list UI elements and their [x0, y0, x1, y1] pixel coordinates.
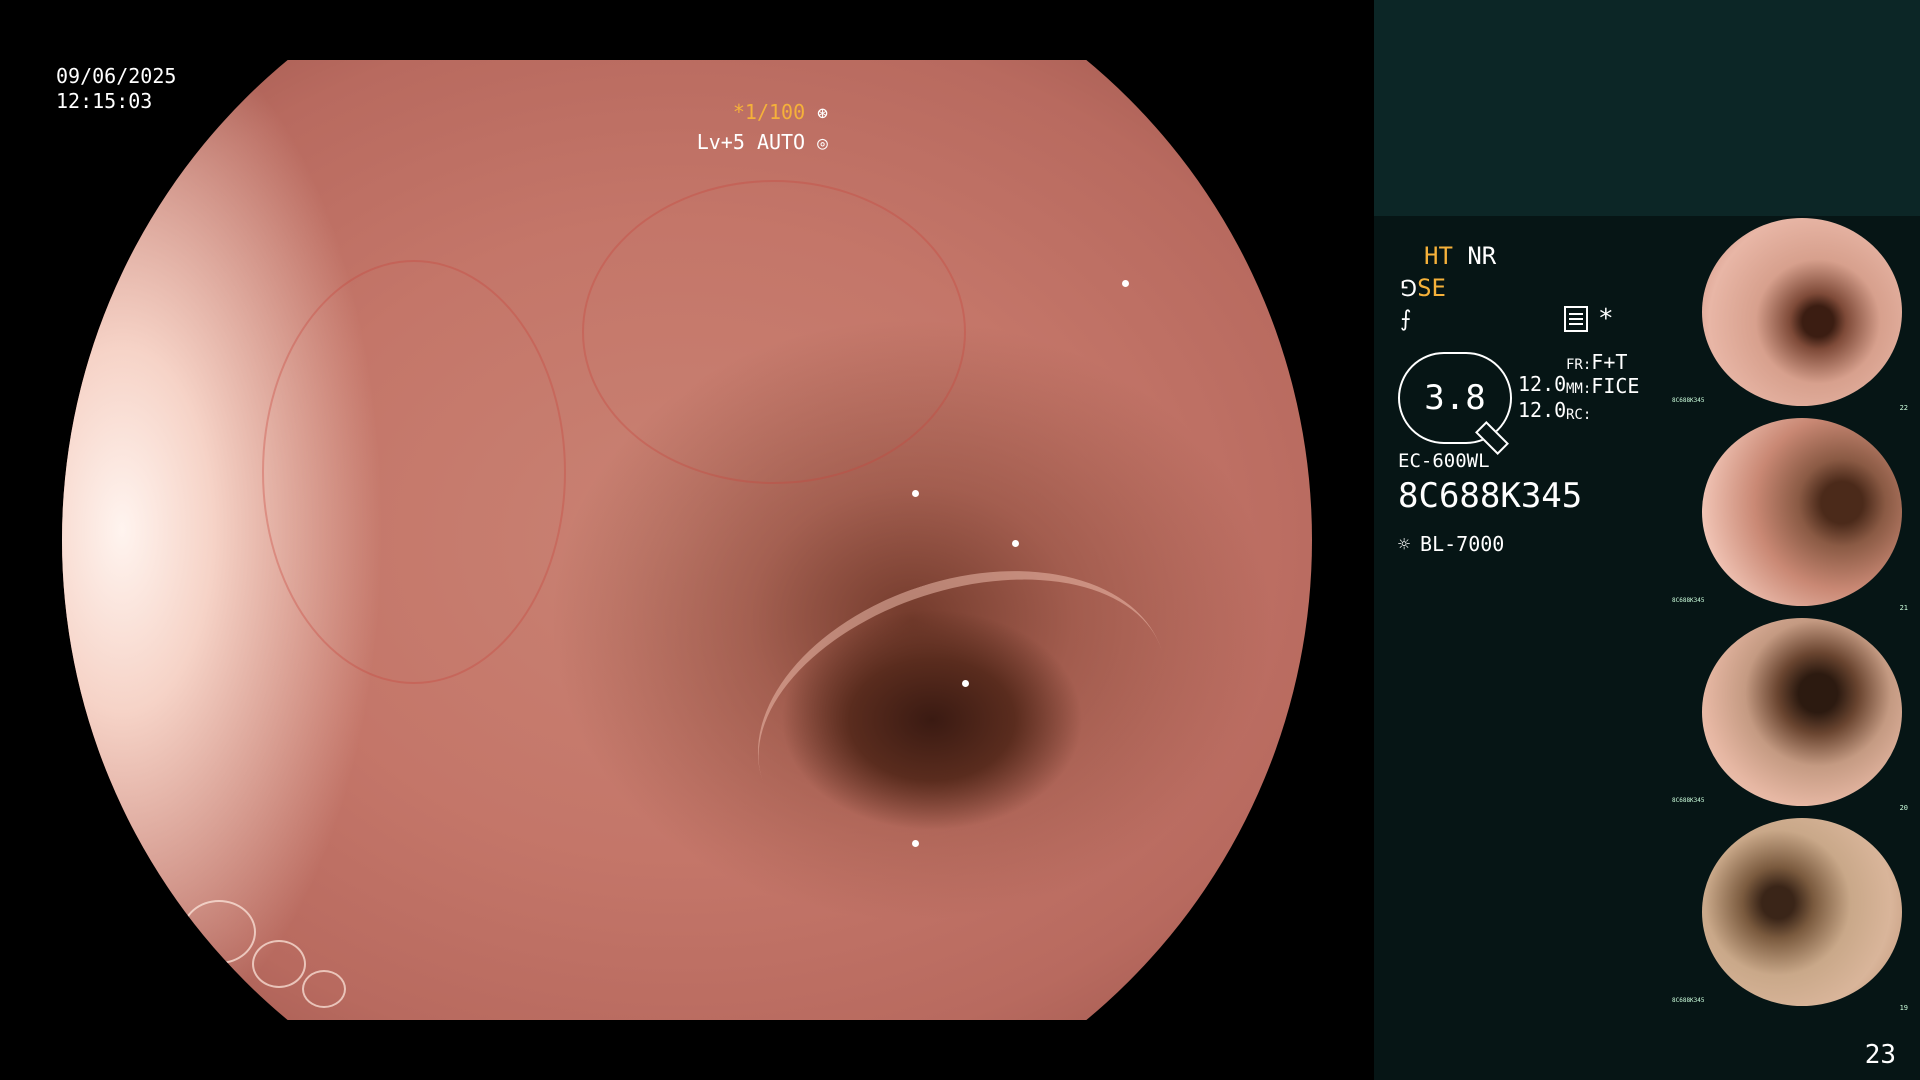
thumbnail-list: 8C688K345 22 8C688K345 21 8C688K345 20 8…	[1670, 216, 1910, 1016]
thumbnail-image	[1702, 418, 1902, 606]
fr-row: FR:F+T	[1566, 350, 1627, 374]
light-source-icon: ☼	[1398, 532, 1411, 556]
structure-enhance-icon: ⅁	[1400, 277, 1418, 302]
page-number: 23	[1864, 1040, 1896, 1070]
vessel	[582, 180, 966, 484]
thumbnail-serial: 8C688K345	[1672, 997, 1705, 1004]
thumbnail-image	[1702, 218, 1902, 406]
bubble	[182, 900, 256, 964]
thumbnail[interactable]: 8C688K345 22	[1670, 216, 1910, 412]
side-panel: HT NR ⅁SE ⨍ * 3.8 12.0 12.0 FR:F+T MM:FI…	[1374, 0, 1920, 1080]
bubble	[302, 970, 346, 1008]
thumbnail-serial: 8C688K345	[1672, 397, 1705, 404]
thumbnail-index: 21	[1899, 604, 1908, 612]
mm-label: MM:	[1566, 381, 1592, 397]
fr-label: FR:	[1566, 357, 1592, 373]
bubble	[252, 940, 306, 988]
aperture-icon: ⊛	[817, 103, 828, 124]
brightness-level: Lv+5	[696, 130, 745, 154]
side-panel-header	[1374, 0, 1920, 216]
lumen-fold	[720, 521, 1204, 909]
thumbnail-index: 20	[1899, 804, 1908, 812]
scope-serial: 8C688K345	[1398, 476, 1583, 516]
thumbnail-image	[1702, 618, 1902, 806]
color-enhance-icon: ⨍	[1400, 307, 1412, 332]
fr-value: F+T	[1591, 350, 1628, 374]
mode-row-ht-nr: HT NR	[1424, 242, 1496, 270]
rc-row: RC:	[1566, 400, 1591, 424]
thumbnail-index: 19	[1899, 1004, 1908, 1012]
shutter-info: *1/100 ⊛ Lv+5 AUTO ◎	[697, 98, 828, 158]
time: 12:15:03	[56, 89, 153, 113]
thumbnail-serial: 8C688K345	[1672, 797, 1705, 804]
mm-value: FICE	[1591, 374, 1640, 398]
iris-mode: AUTO	[756, 130, 806, 154]
glint	[912, 840, 919, 847]
endoscopic-image	[62, 60, 1312, 1020]
date: 09/06/2025	[56, 64, 177, 88]
value-2: 12.0	[1518, 398, 1567, 422]
mode-nr: NR	[1467, 242, 1497, 270]
thumbnail-index: 22	[1899, 404, 1908, 412]
thumbnail[interactable]: 8C688K345 20	[1670, 616, 1910, 812]
light-source-label: BL-7000	[1420, 532, 1505, 556]
glint	[962, 680, 969, 687]
mode-row-se: ⅁SE	[1400, 274, 1446, 304]
endoscope-live-view: 09/06/2025 12:15:03 *1/100 ⊛ Lv+5 AUTO ◎	[0, 0, 1374, 1080]
vessel	[262, 260, 566, 684]
shutter-speed: *1/100	[732, 100, 806, 124]
mode-row-color: ⨍	[1400, 304, 1411, 334]
light-source: ☼ BL-7000	[1398, 532, 1504, 556]
mode-ht: HT	[1424, 242, 1453, 270]
thumbnail[interactable]: 8C688K345 21	[1670, 416, 1910, 612]
zoom-value: 3.8	[1424, 378, 1486, 418]
glint	[1012, 540, 1019, 547]
asterisk-icon: *	[1598, 304, 1614, 334]
scope-model: EC-600WL	[1398, 450, 1490, 472]
value-1: 12.0	[1518, 372, 1567, 396]
thumbnail-image	[1702, 818, 1902, 1006]
thumbnail[interactable]: 8C688K345 19	[1670, 816, 1910, 1012]
glint	[912, 490, 919, 497]
mode-se: SE	[1417, 274, 1446, 302]
menu-icon	[1564, 306, 1588, 332]
glint	[1122, 280, 1129, 287]
zoom-display: 3.8	[1398, 352, 1512, 455]
iris-icon: ◎	[817, 133, 828, 154]
thumbnail-serial: 8C688K345	[1672, 597, 1705, 604]
datetime: 09/06/2025 12:15:03	[56, 64, 176, 114]
mm-row: MM:FICE	[1566, 374, 1639, 398]
rc-label: RC:	[1566, 407, 1592, 423]
